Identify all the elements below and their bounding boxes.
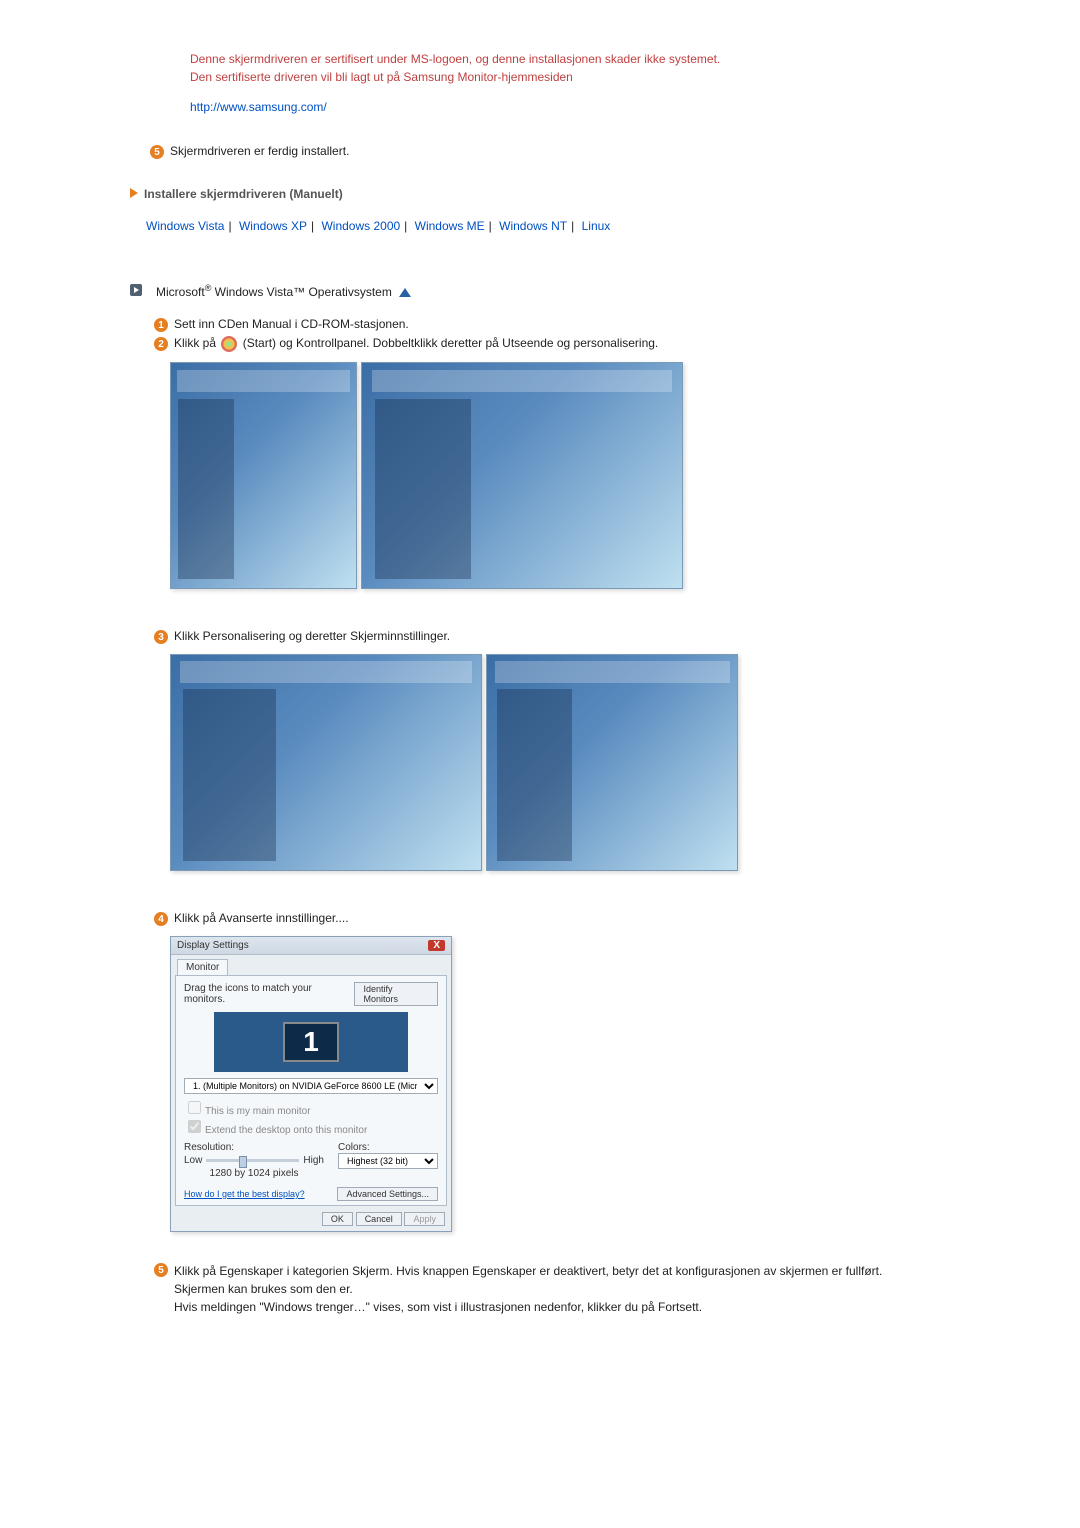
link-windows-me[interactable]: Windows ME	[415, 219, 485, 233]
extend-desktop-checkbox[interactable]: Extend the desktop onto this monitor	[184, 1125, 367, 1136]
link-windows-nt[interactable]: Windows NT	[499, 219, 567, 233]
arrow-right-icon	[130, 188, 138, 198]
dialog-title: Display Settings	[177, 940, 249, 951]
dialog-tab-monitor[interactable]: Monitor	[177, 959, 228, 975]
vista-step3-bullet-icon: 3	[154, 630, 168, 644]
screenshot-personalization-1	[170, 654, 482, 871]
main-monitor-checkbox[interactable]: This is my main monitor	[184, 1106, 311, 1117]
step-5-bullet-icon: 5	[150, 145, 164, 159]
display-device-select[interactable]: 1. (Multiple Monitors) on NVIDIA GeForce…	[184, 1078, 438, 1094]
resolution-value: 1280 by 1024 pixels	[184, 1168, 324, 1179]
up-triangle-icon[interactable]	[399, 288, 411, 297]
vista-step1-text: Sett inn CDen Manual i CD-ROM-stasjonen.	[174, 317, 409, 331]
screenshot-personalization-2	[486, 654, 738, 871]
screenshot-control-panel	[361, 362, 683, 589]
screenshot-start-menu	[170, 362, 357, 589]
advanced-settings-button[interactable]: Advanced Settings...	[337, 1187, 438, 1201]
vista-step2-text: Klikk på (Start) og Kontrollpanel. Dobbe…	[174, 336, 658, 352]
colors-select[interactable]: Highest (32 bit)	[338, 1153, 438, 1169]
resolution-label: Resolution:	[184, 1142, 324, 1153]
link-linux[interactable]: Linux	[582, 219, 611, 233]
link-windows-2000[interactable]: Windows 2000	[321, 219, 400, 233]
step-5-text: Skjermdriveren er ferdig installert.	[170, 144, 349, 158]
manual-install-heading: Installere skjermdriveren (Manuelt)	[144, 187, 343, 201]
link-windows-xp[interactable]: Windows XP	[239, 219, 307, 233]
monitor-1-icon[interactable]: 1	[283, 1022, 339, 1062]
colors-label: Colors:	[338, 1142, 438, 1153]
notice-line1: Denne skjermdriveren er sertifisert unde…	[190, 50, 890, 68]
display-settings-dialog: Display Settings X Monitor Drag the icon…	[170, 936, 452, 1232]
arrow-dark-icon	[130, 284, 142, 296]
notice-line2: Den sertifiserte driveren vil bli lagt u…	[190, 68, 890, 86]
vista-step4-text: Klikk på Avanserte innstillinger....	[174, 911, 349, 925]
cancel-button[interactable]: Cancel	[356, 1212, 402, 1226]
dialog-close-icon[interactable]: X	[428, 940, 445, 951]
os-links-row: Windows Vista| Windows XP| Windows 2000|…	[146, 219, 960, 233]
vista-step3-text: Klikk Personalisering og deretter Skjerm…	[174, 629, 450, 643]
samsung-url[interactable]: http://www.samsung.com/	[190, 98, 890, 116]
vista-step2-bullet-icon: 2	[154, 337, 168, 351]
start-orb-icon	[221, 336, 237, 352]
monitor-preview: 1	[214, 1012, 408, 1072]
resolution-slider[interactable]: Low High	[184, 1155, 324, 1166]
vista-step4-bullet-icon: 4	[154, 912, 168, 926]
identify-monitors-button[interactable]: Identify Monitors	[354, 982, 438, 1006]
ok-button[interactable]: OK	[322, 1212, 353, 1226]
step2-screenshots	[170, 362, 960, 589]
vista-step1-bullet-icon: 1	[154, 318, 168, 332]
vista-step5-bullet-icon: 5	[154, 1263, 168, 1277]
step3-screenshots	[170, 654, 960, 871]
certified-driver-notice: Denne skjermdriveren er sertifisert unde…	[190, 50, 890, 116]
vista-step5-text: Klikk på Egenskaper i kategorien Skjerm.…	[174, 1262, 914, 1316]
apply-button[interactable]: Apply	[404, 1212, 445, 1226]
link-windows-vista[interactable]: Windows Vista	[146, 219, 224, 233]
best-display-help-link[interactable]: How do I get the best display?	[184, 1189, 305, 1199]
drag-icons-text: Drag the icons to match your monitors.	[184, 983, 354, 1005]
vista-heading: Microsoft® Windows Vista™ Operativsystem	[156, 283, 411, 299]
